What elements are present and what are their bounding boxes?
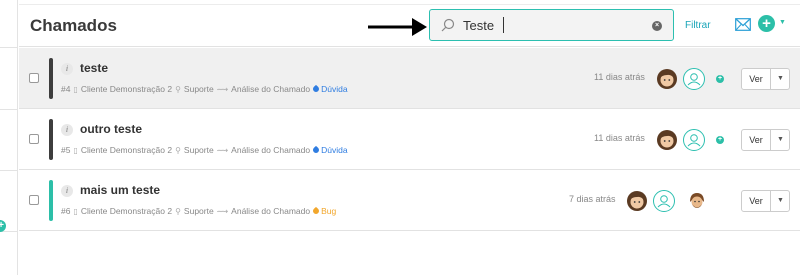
search-box[interactable]: Teste × [429, 9, 674, 41]
tickets-panel: Chamados Teste × Filtrar + ▼ i teste #4 … [19, 0, 800, 275]
ticket-client: Cliente Demonstração 2 [80, 145, 173, 155]
user-icon[interactable] [653, 190, 675, 212]
building-icon: ▯ [73, 206, 78, 216]
ticket-tag: Dúvida [311, 84, 348, 94]
location-icon: ⚲ [175, 145, 181, 155]
view-button-label[interactable]: Ver [742, 69, 771, 89]
flow-icon: ⟿ [216, 145, 229, 155]
ticket-time: 11 dias atrás [594, 72, 645, 82]
ticket-row[interactable]: i mais um teste #6 ▯ Cliente Demonstraçã… [19, 170, 800, 231]
ticket-meta: #5 ▯ Cliente Demonstração 2 ⚲ Suporte ⟿ … [61, 145, 348, 155]
chevron-down-icon[interactable]: ▼ [772, 130, 789, 150]
ticket-client: Cliente Demonstração 2 [80, 206, 173, 216]
panel-header: Chamados Teste × Filtrar + ▼ [19, 5, 800, 47]
page-title: Chamados [30, 16, 117, 35]
filter-link[interactable]: Filtrar [685, 20, 711, 31]
ticket-department: Suporte [183, 206, 214, 216]
ticket-title[interactable]: teste [80, 61, 108, 75]
ticket-time: 7 dias atrás [569, 194, 616, 204]
mail-icon[interactable] [735, 18, 751, 31]
tag-label: Dúvida [321, 84, 348, 94]
user-icon[interactable] [683, 129, 705, 151]
add-user-button[interactable]: + [716, 136, 724, 144]
info-icon[interactable]: i [61, 185, 73, 197]
building-icon: ▯ [73, 145, 78, 155]
app-frame: Chamados Teste × Filtrar + ▼ i teste #4 … [0, 0, 800, 275]
ticket-department: Suporte [183, 145, 214, 155]
chevron-down-icon[interactable]: ▼ [772, 191, 789, 211]
view-button[interactable]: Ver ▼ [741, 190, 790, 212]
tag-icon [311, 206, 321, 216]
ticket-row[interactable]: i outro teste #5 ▯ Cliente Demonstração … [19, 109, 800, 170]
ticket-number: #5 [61, 145, 71, 155]
tag-label: Bug [321, 206, 337, 216]
tag-label: Dúvida [321, 145, 348, 155]
ticket-number: #4 [61, 84, 71, 94]
avatar [657, 69, 677, 89]
ticket-status: Análise do Chamado [231, 206, 311, 216]
tag-icon [311, 145, 321, 155]
priority-bar [49, 119, 53, 160]
add-ticket-button[interactable]: + [758, 15, 775, 32]
ticket-status: Análise do Chamado [231, 145, 311, 155]
row-checkbox[interactable] [29, 195, 39, 205]
add-user-button[interactable]: + [716, 75, 724, 83]
ticket-number: #6 [61, 206, 71, 216]
view-button[interactable]: Ver ▼ [741, 129, 790, 151]
user-icon[interactable] [683, 68, 705, 90]
text-cursor [503, 17, 504, 33]
ticket-row[interactable]: i teste #4 ▯ Cliente Demonstração 2 ⚲ Su… [19, 48, 800, 109]
info-icon[interactable]: i [61, 63, 73, 75]
search-input[interactable]: Teste [463, 18, 494, 33]
info-icon[interactable]: i [61, 124, 73, 136]
location-icon: ⚲ [175, 206, 181, 216]
tag-icon [311, 84, 321, 94]
avatar [657, 130, 677, 150]
row-checkbox[interactable] [29, 134, 39, 144]
chevron-down-icon[interactable]: ▼ [779, 19, 786, 26]
row-checkbox[interactable] [29, 73, 39, 83]
building-icon: ▯ [73, 84, 78, 94]
ticket-meta: #6 ▯ Cliente Demonstração 2 ⚲ Suporte ⟿ … [61, 206, 336, 216]
view-button-label[interactable]: Ver [742, 130, 771, 150]
ticket-title[interactable]: mais um teste [80, 183, 160, 197]
ticket-meta: #4 ▯ Cliente Demonstração 2 ⚲ Suporte ⟿ … [61, 84, 348, 94]
location-icon: ⚲ [175, 84, 181, 94]
view-button[interactable]: Ver ▼ [741, 68, 790, 90]
priority-bar [49, 58, 53, 99]
ticket-department: Suporte [183, 84, 214, 94]
clear-icon[interactable]: × [652, 21, 662, 31]
ticket-client: Cliente Demonstração 2 [80, 84, 173, 94]
avatar [687, 191, 707, 211]
chevron-down-icon[interactable]: ▼ [772, 69, 789, 89]
view-button-label[interactable]: Ver [742, 191, 771, 211]
ticket-time: 11 dias atrás [594, 133, 645, 143]
priority-bar [49, 180, 53, 221]
avatar [627, 191, 647, 211]
arrow-annotation-icon [368, 18, 427, 36]
flow-icon: ⟿ [216, 84, 229, 94]
ticket-tag: Bug [311, 206, 337, 216]
left-panel-edge [0, 0, 18, 275]
ticket-status: Análise do Chamado [231, 84, 311, 94]
flow-icon: ⟿ [216, 206, 229, 216]
search-icon [441, 18, 455, 32]
ticket-title[interactable]: outro teste [80, 122, 142, 136]
ticket-tag: Dúvida [311, 145, 348, 155]
